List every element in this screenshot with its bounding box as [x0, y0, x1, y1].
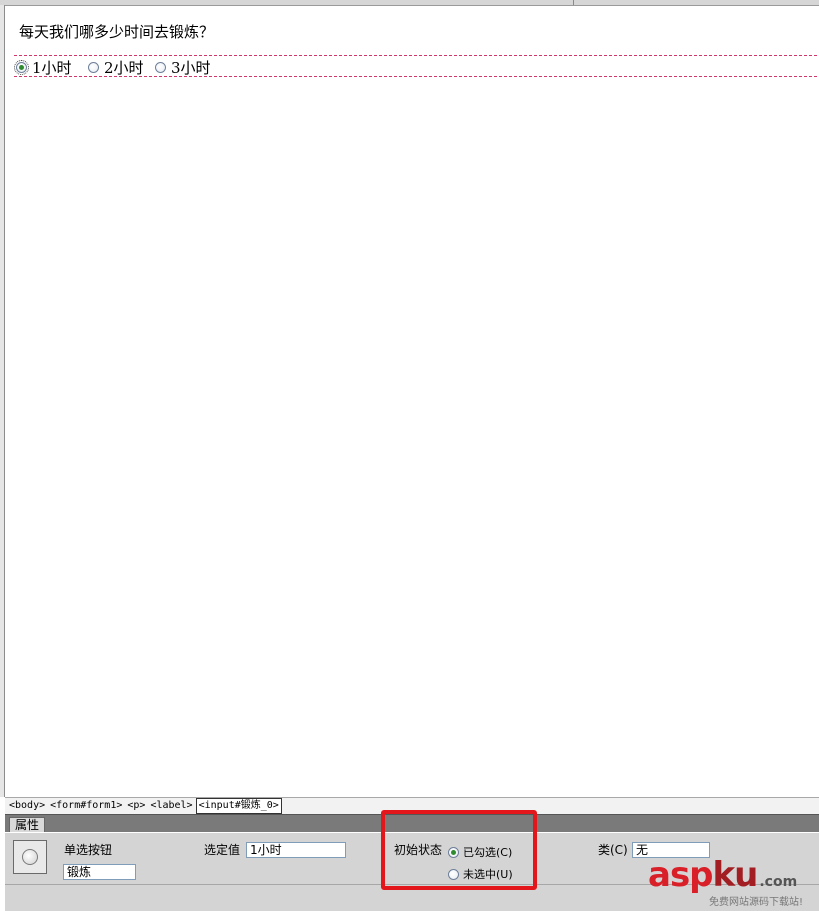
radio-option-1[interactable]: 1小时 — [14, 58, 72, 77]
radio-option-label: 3小时 — [171, 58, 211, 77]
watermark-brand-c: .com — [759, 874, 798, 890]
radio-icon-inner — [22, 849, 38, 865]
tag-label[interactable]: <label> — [148, 798, 194, 814]
radio-checked-icon[interactable] — [14, 59, 29, 75]
radio-group-row: 1小时 2小时 3小时 — [14, 55, 817, 77]
watermark-subtitle: 免费网站源码下载站! — [709, 897, 804, 908]
watermark-logo: asp ku .com — [648, 858, 797, 892]
watermark-brand-a: asp — [648, 855, 714, 895]
class-label: 类(C) — [598, 843, 628, 857]
highlight-box — [381, 810, 537, 890]
radio-option-label: 1小时 — [32, 58, 72, 77]
design-view[interactable]: 每天我们哪多少时间去锻炼？ — [5, 6, 819, 797]
checked-value-input[interactable]: 1小时 — [246, 842, 346, 858]
name-input[interactable]: 锻炼 — [63, 864, 136, 880]
radio-option-3[interactable]: 3小时 — [155, 58, 211, 77]
tag-p[interactable]: <p> — [125, 798, 147, 814]
top-bar-divider — [573, 0, 574, 5]
element-type-label: 单选按钮 — [64, 843, 113, 857]
radio-unchecked-icon[interactable] — [88, 61, 99, 73]
tag-input-current[interactable]: <input#锻炼_0> — [195, 798, 282, 814]
checked-value-label: 选定值 — [204, 843, 241, 857]
question-text: 每天我们哪多少时间去锻炼？ — [19, 23, 215, 41]
radio-option-label: 2小时 — [104, 58, 144, 77]
watermark-brand-b: ku — [712, 855, 759, 895]
tag-body[interactable]: <body> — [7, 798, 47, 814]
radio-option-2[interactable]: 2小时 — [88, 58, 144, 77]
tag-form[interactable]: <form#form1> — [48, 798, 124, 814]
radio-button-type-icon — [13, 840, 47, 874]
radio-unchecked-icon[interactable] — [155, 61, 166, 73]
